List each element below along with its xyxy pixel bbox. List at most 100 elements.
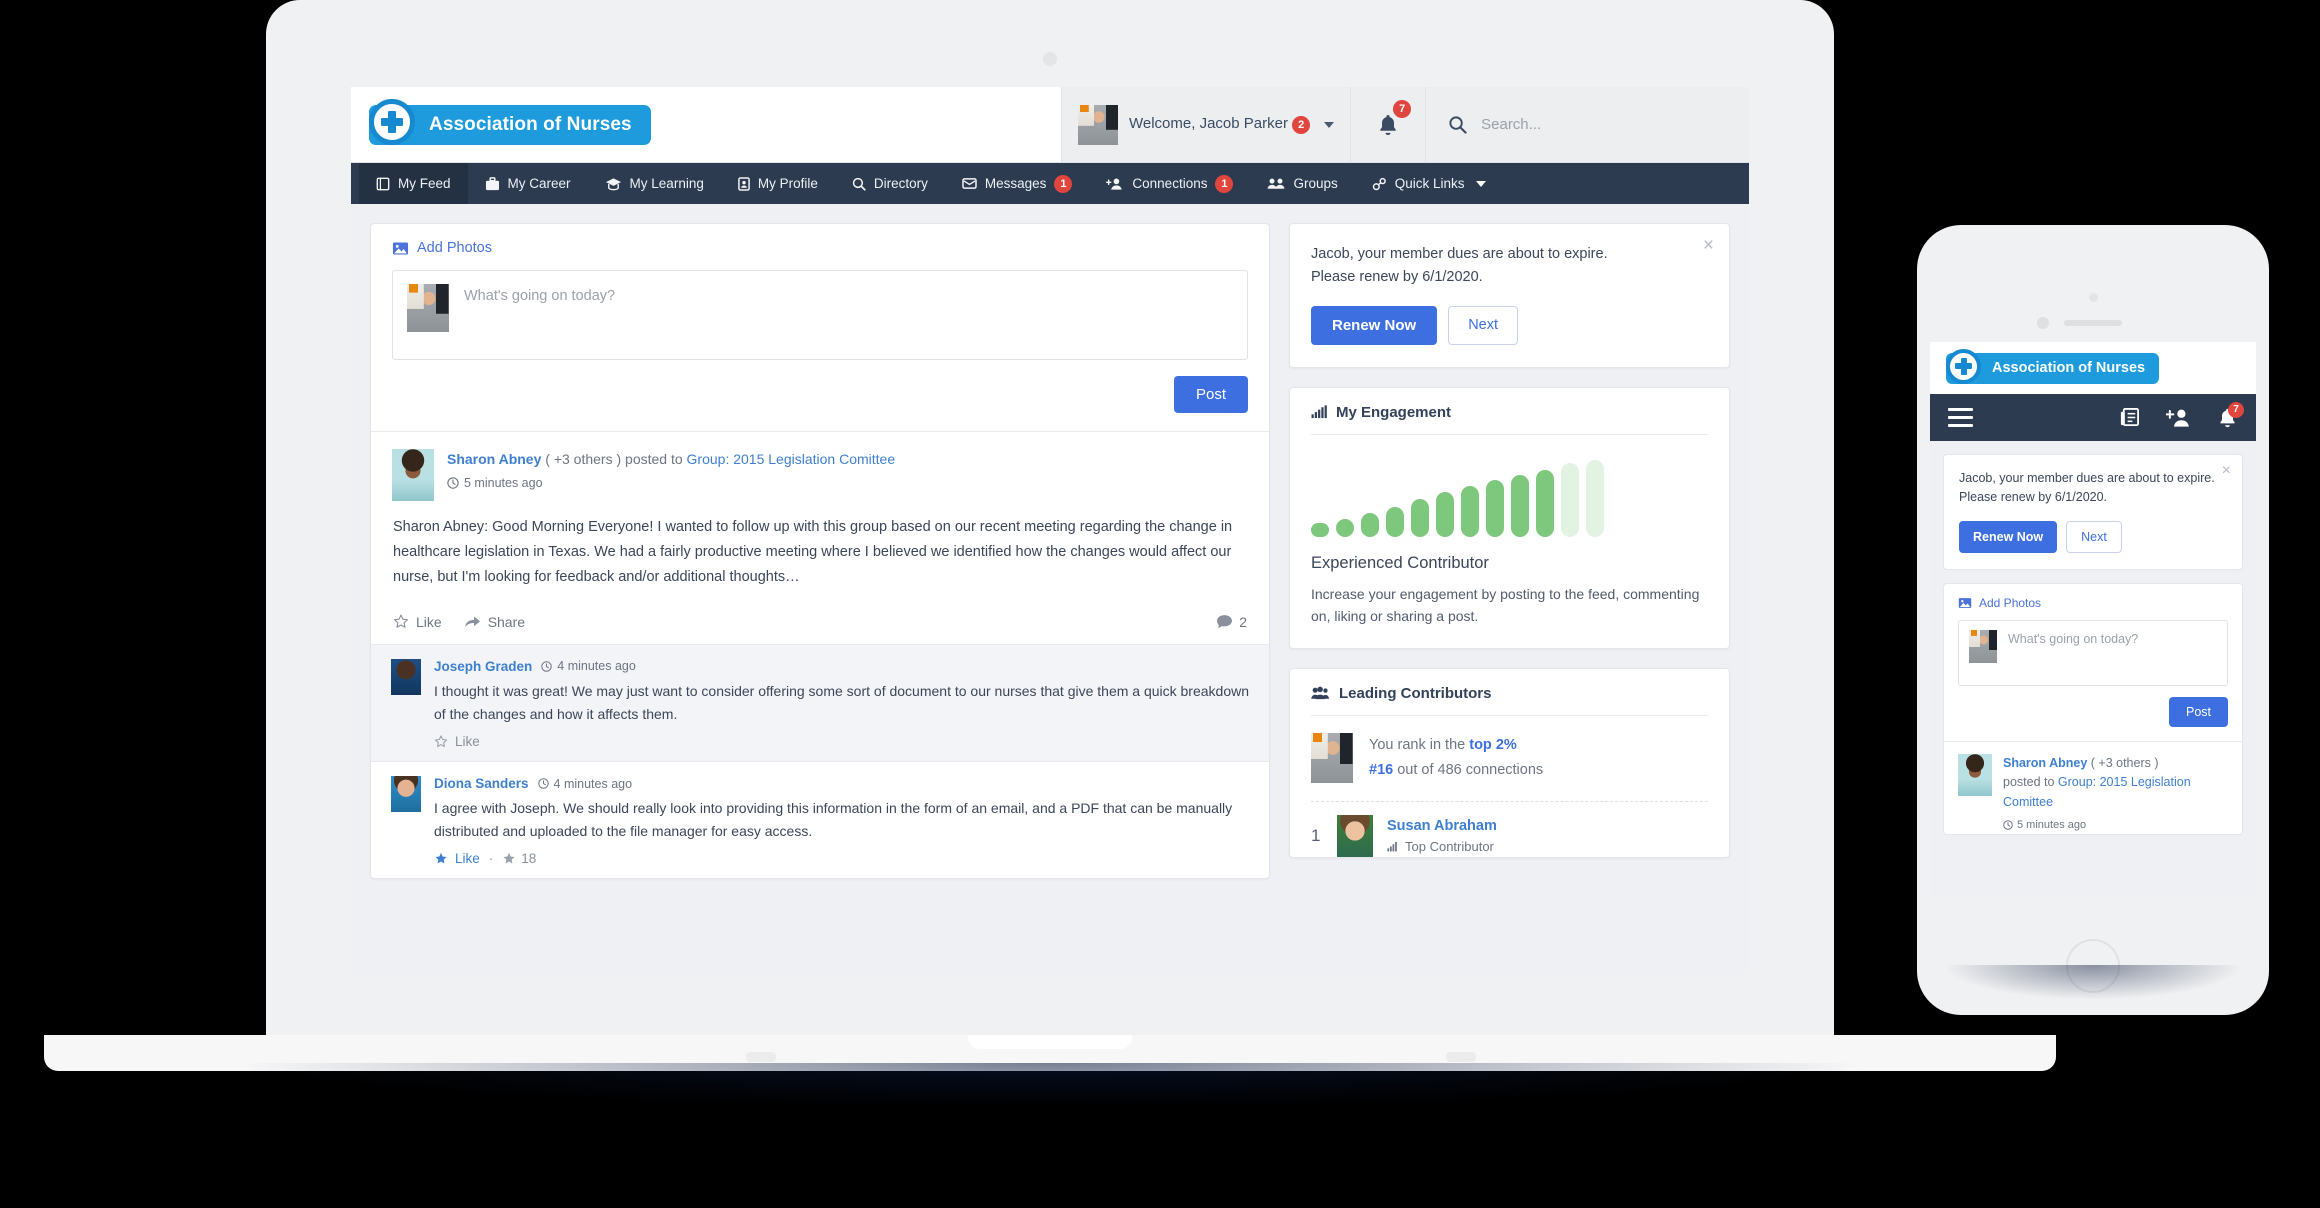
phone-speaker [2064,320,2122,326]
messages-badge: 1 [1054,174,1073,193]
contributor-name[interactable]: Susan Abraham [1387,818,1497,834]
user-menu[interactable]: Welcome, Jacob Parker 2 [1061,87,1350,162]
renew-now-button[interactable]: Renew Now [1311,305,1438,345]
nav-item-my-career[interactable]: My Career [468,163,588,204]
image-icon [1958,597,1972,608]
add-photos-button[interactable]: Add Photos [392,240,1248,256]
nav-item-messages[interactable]: Messages 1 [945,163,1090,204]
add-photos-label: Add Photos [417,240,492,256]
hamburger-menu-icon[interactable] [1948,403,1973,432]
feed-icon[interactable] [2119,407,2140,428]
post-time: 5 minutes ago [464,476,543,490]
comment-like-button[interactable]: Like [434,851,480,866]
mobile-post-textarea[interactable]: What's going on today? [1958,619,2228,686]
notifications-button[interactable]: 7 [1350,87,1425,162]
comment-count[interactable]: 2 [1216,614,1247,630]
post-others: ( +3 others ) [545,451,622,467]
nav-item-quick-links[interactable]: Quick Links [1355,163,1503,204]
rank-number: #16 [1369,761,1394,778]
avatar [1958,753,1992,796]
star-icon [434,735,448,748]
laptop-shadow [44,1063,2056,1153]
next-button[interactable]: Next [2066,520,2122,553]
renew-now-button[interactable]: Renew Now [1959,520,2058,553]
phone-camera [2037,317,2049,329]
close-icon[interactable]: × [2222,463,2231,479]
phone-shadow [1877,965,2309,1045]
nav-label: My Profile [757,176,818,191]
search-input[interactable]: Search... [1481,116,1541,133]
dues-notice-card: × Jacob, your member dues are about to e… [1289,223,1730,368]
nav-item-directory[interactable]: Directory [835,163,945,204]
comment-time: 4 minutes ago [553,776,633,791]
engagement-bar-chart [1311,453,1708,537]
post-composer: Add Photos What's going on today? Post [371,224,1269,431]
feed-icon [376,177,390,191]
engagement-bar [1536,469,1554,537]
nav-item-connections[interactable]: Connections 1 [1089,163,1250,204]
briefcase-icon [485,176,500,191]
nav-item-my-profile[interactable]: My Profile [721,163,835,204]
post-group-link[interactable]: Group: 2015 Legislation Comittee [687,451,896,467]
mobile-notice-text: Jacob, your member dues are about to exp… [1959,471,2215,505]
nav-item-my-learning[interactable]: My Learning [588,163,721,204]
rank-percent: top 2% [1469,736,1517,753]
chevron-down-icon[interactable] [1324,121,1335,128]
plus-cross-icon [369,98,415,145]
nav-item-my-feed[interactable]: My Feed [359,163,468,204]
mobile-feed-post: Sharon Abney ( +3 others ) posted to Gro… [1944,740,2242,834]
share-label: Share [487,613,526,630]
phone-screen: Association of Nurses 7 × Jacob, your me… [1930,342,2256,897]
post-others: ( +3 others ) [2090,755,2159,770]
mobile-notifications-button[interactable]: 7 [2217,401,2244,429]
users-icon [1311,686,1330,700]
nav-label: Messages [984,176,1047,191]
engagement-bar [1361,513,1379,537]
chevron-down-icon[interactable] [1475,180,1486,187]
comment-like-label: Like [455,851,480,867]
leading-title: Leading Contributors [1339,684,1492,702]
avatar [1311,732,1353,783]
comment-like-count-value: 18 [521,851,537,867]
search-box[interactable]: Search... [1425,87,1749,162]
comment-like-button[interactable]: Like [434,734,480,749]
engagement-bar [1561,462,1579,537]
user-plus-icon [1106,177,1124,191]
rank-suffix: out of 486 connections [1397,761,1544,778]
engagement-bar [1411,499,1429,537]
comment-like-count: 18 [502,851,536,866]
comment-author[interactable]: Diona Sanders [434,776,529,791]
feed-card: Add Photos What's going on today? Post S… [370,223,1270,880]
contributor-row[interactable]: 1 Susan Abraham Top Contributor [1290,803,1729,857]
post-author[interactable]: Sharon Abney [447,451,541,467]
id-badge-icon [738,176,750,191]
phone-device: Association of Nurses 7 × Jacob, your me… [1877,225,2309,1045]
next-button[interactable]: Next [1448,305,1519,345]
bar-chart-icon [1311,405,1327,419]
engagement-bar [1586,459,1604,537]
main-column: Add Photos What's going on today? Post S… [370,223,1270,974]
post-author[interactable]: Sharon Abney [2003,756,2087,770]
user-plus-icon[interactable] [2166,408,2191,428]
add-photos-button[interactable]: Add Photos [1958,596,2228,610]
share-arrow-icon [464,616,480,628]
brand-logo[interactable]: Association of Nurses [351,87,1061,162]
avatar [1078,104,1118,145]
post-button[interactable]: Post [1173,376,1248,413]
share-button[interactable]: Share [464,614,525,630]
brand-name: Association of Nurses [429,113,632,135]
post-textarea[interactable]: What's going on today? [392,270,1248,360]
post-button[interactable]: Post [2168,696,2228,727]
comment-author[interactable]: Joseph Graden [434,659,532,674]
your-rank-row: You rank in the top 2% #16 out of 486 co… [1290,716,1729,801]
comment-actions: Like [434,734,1249,749]
nav-label: Groups [1293,176,1338,191]
notice-line-2: Please renew by 6/1/2020. [1311,268,1483,285]
page-columns: Add Photos What's going on today? Post S… [351,204,1749,974]
engagement-bar [1486,479,1504,537]
close-icon[interactable]: × [1703,236,1714,255]
nav-item-groups[interactable]: Groups [1250,163,1354,204]
like-button[interactable]: Like [393,614,442,630]
mobile-brand-name: Association of Nurses [1992,360,2146,376]
post-posted-to: posted to [625,451,683,467]
